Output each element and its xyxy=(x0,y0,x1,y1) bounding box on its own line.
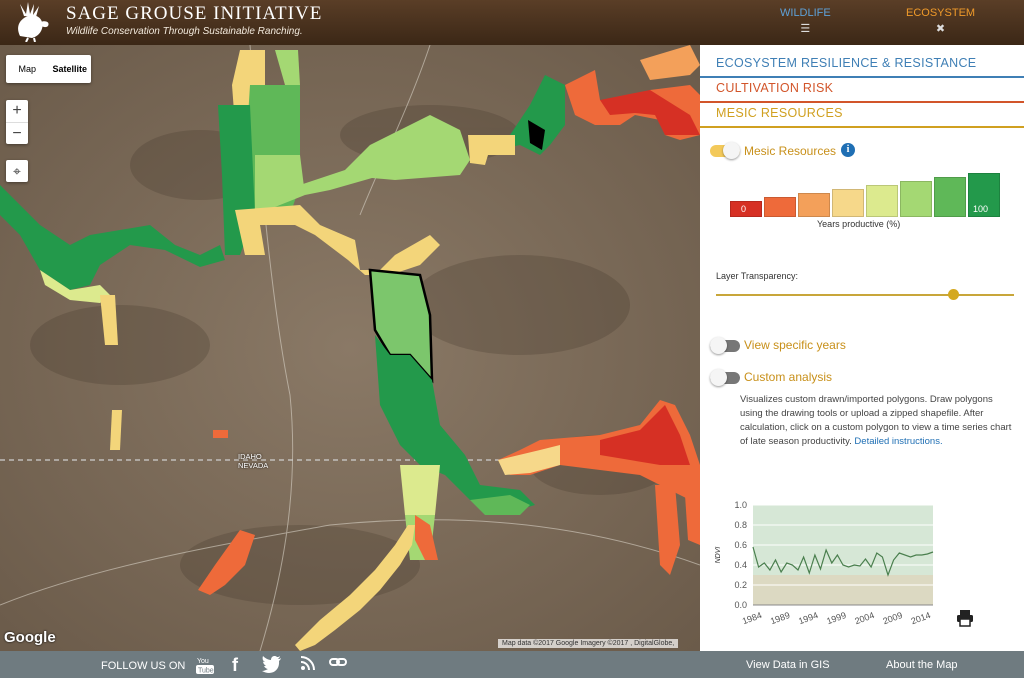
sage-grouse-logo-icon[interactable] xyxy=(6,2,60,42)
legend-min-label: 0 xyxy=(741,204,747,214)
y-tick-label: 1.0 xyxy=(734,500,747,510)
x-tick-label: 2014 xyxy=(910,610,932,626)
x-tick-label: 1984 xyxy=(741,610,763,626)
state-label-nevada: NEVADA xyxy=(238,461,269,470)
mesic-resources-label[interactable]: Mesic Resources xyxy=(744,144,836,158)
transparency-slider-track[interactable] xyxy=(716,294,1014,296)
legend-bar-6 xyxy=(900,181,932,217)
follow-us-label: FOLLOW US ON xyxy=(101,660,186,672)
section-divider xyxy=(700,76,1024,78)
chart-band xyxy=(753,575,933,605)
rss-icon[interactable] xyxy=(300,655,316,675)
link-icon[interactable] xyxy=(329,655,347,675)
view-years-toggle[interactable] xyxy=(710,337,740,354)
toggle-knob xyxy=(723,142,740,159)
section-ecosystem-resilience[interactable]: ECOSYSTEM RESILIENCE & RESISTANCE xyxy=(716,56,976,70)
toggle-knob xyxy=(710,337,727,354)
x-tick-label: 1994 xyxy=(797,610,819,626)
view-years-label[interactable]: View specific years xyxy=(744,338,846,352)
x-tick-label: 2009 xyxy=(881,610,903,626)
toggle-knob xyxy=(710,369,727,386)
custom-analysis-label[interactable]: Custom analysis xyxy=(744,370,832,384)
map-type-map-button[interactable]: Map xyxy=(6,55,49,83)
google-logo: Google xyxy=(4,629,56,646)
map-canvas[interactable] xyxy=(0,45,700,651)
svg-text:You: You xyxy=(197,658,209,665)
transparency-label: Layer Transparency: xyxy=(716,271,799,281)
custom-analysis-description: Visualizes custom drawn/imported polygon… xyxy=(740,393,1014,449)
y-tick-label: 0.4 xyxy=(734,560,747,570)
legend-bar-2 xyxy=(764,197,796,217)
section-divider xyxy=(700,101,1024,103)
zoom-out-button[interactable]: − xyxy=(6,123,28,145)
print-icon[interactable] xyxy=(956,609,974,627)
legend-bar-4 xyxy=(832,189,864,217)
close-icon: ✖ xyxy=(935,23,946,35)
info-icon[interactable]: i xyxy=(841,143,855,157)
app-header: SAGE GROUSE INITIATIVE Wildlife Conserva… xyxy=(0,0,1024,48)
nav-wildlife-label: WILDLIFE xyxy=(780,7,831,19)
zoom-in-button[interactable]: + xyxy=(6,100,28,123)
section-cultivation-risk[interactable]: CULTIVATION RISK xyxy=(716,81,833,95)
locate-crosshair-icon[interactable]: ⌖ xyxy=(6,160,28,182)
nav-wildlife[interactable]: WILDLIFE ☰ xyxy=(780,7,831,35)
y-tick-label: 0.8 xyxy=(734,520,747,530)
state-border-label: IDAHO NEVADA xyxy=(238,452,268,470)
map-attribution: Map data ©2017 Google Imagery ©2017 , Di… xyxy=(498,639,679,648)
site-title[interactable]: SAGE GROUSE INITIATIVE xyxy=(66,3,322,25)
x-tick-label: 1989 xyxy=(769,610,791,626)
menu-icon: ☰ xyxy=(800,23,811,35)
side-panel: ECOSYSTEM RESILIENCE & RESISTANCE CULTIV… xyxy=(700,45,1024,651)
transparency-slider-handle[interactable] xyxy=(948,289,959,300)
svg-text:Tube: Tube xyxy=(198,668,214,675)
twitter-icon[interactable] xyxy=(262,655,282,675)
legend-bar-3 xyxy=(798,193,830,217)
x-tick-label: 2004 xyxy=(853,610,875,626)
map-type-satellite-button[interactable]: Satellite xyxy=(49,55,92,83)
map-type-control: Map Satellite xyxy=(6,55,91,83)
ndvi-time-series-chart: 0.0 0.2 0.4 0.6 0.8 1.0 1984 1989 1994 1999 2004 20… xyxy=(715,500,934,626)
legend-bar-5 xyxy=(866,185,898,217)
legend-max-label: 100 xyxy=(973,204,989,214)
mesic-resources-toggle[interactable] xyxy=(710,142,740,159)
page-footer: FOLLOW US ON You Tube f View Data in GIS … xyxy=(0,651,1024,678)
legend-caption: Years productive (%) xyxy=(817,219,901,229)
y-tick-label: 0.2 xyxy=(734,580,747,590)
legend-bar-7 xyxy=(934,177,966,217)
section-divider xyxy=(700,126,1024,128)
nav-ecosystem-label: ECOSYSTEM xyxy=(906,7,976,19)
facebook-icon[interactable]: f xyxy=(232,655,238,675)
view-data-gis-link[interactable]: View Data in GIS xyxy=(746,659,830,671)
site-subtitle: Wildlife Conservation Through Sustainabl… xyxy=(66,26,303,37)
y-tick-label: 0.6 xyxy=(734,540,747,550)
zoom-control: + − xyxy=(6,100,28,144)
nav-ecosystem[interactable]: ECOSYSTEM ✖ xyxy=(906,7,975,35)
y-axis-label: NDVI xyxy=(715,547,722,564)
youtube-icon[interactable]: You Tube xyxy=(196,655,214,675)
y-tick-label: 0.0 xyxy=(734,600,747,610)
section-mesic-resources[interactable]: MESIC RESOURCES xyxy=(716,106,843,120)
about-map-link[interactable]: About the Map xyxy=(886,659,958,671)
x-tick-label: 1999 xyxy=(825,610,847,626)
state-label-idaho: IDAHO xyxy=(238,452,262,461)
detailed-instructions-link[interactable]: Detailed instructions. xyxy=(854,436,942,447)
satellite-map[interactable]: Map Satellite + − ⌖ IDAHO NEVADA Google … xyxy=(0,45,700,651)
custom-analysis-toggle[interactable] xyxy=(710,369,740,386)
